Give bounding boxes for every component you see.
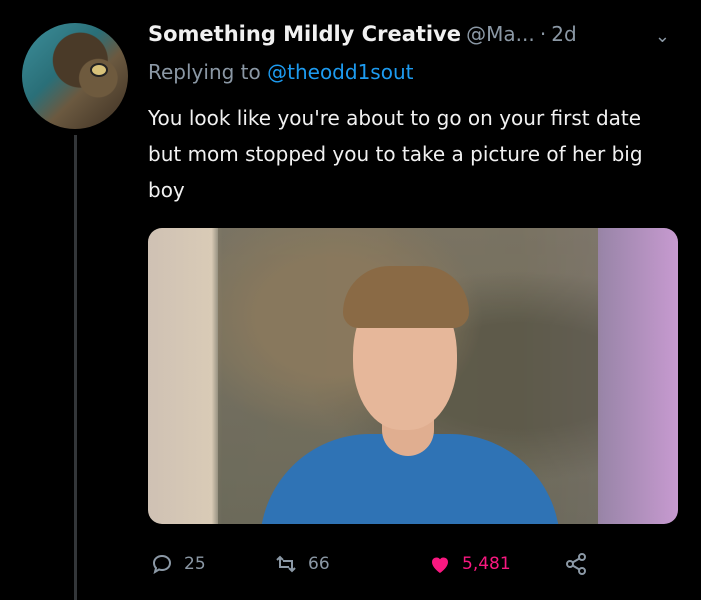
avatar[interactable]: [22, 23, 128, 129]
retweet-icon: [276, 555, 296, 573]
reply-mention-link[interactable]: @theodd1sout: [267, 60, 413, 84]
replying-label: Replying to: [148, 60, 261, 84]
heart-icon: [432, 557, 448, 573]
tweet-actions: 25 66 5,481: [150, 548, 620, 580]
display-name[interactable]: Something Mildly Creative: [148, 22, 461, 46]
share-button[interactable]: [564, 548, 588, 580]
like-button[interactable]: 5,481: [428, 548, 511, 580]
timestamp[interactable]: 2d: [551, 22, 576, 46]
share-icon: [566, 553, 586, 575]
photo-hair: [343, 266, 469, 328]
thread-line: [74, 135, 77, 600]
handle[interactable]: @Ma...: [466, 22, 535, 46]
avatar-cat-eye: [90, 63, 108, 77]
chevron-down-icon[interactable]: ⌄: [655, 26, 670, 47]
like-count: 5,481: [462, 554, 511, 574]
separator: ·: [539, 22, 547, 46]
reply-count: 25: [184, 554, 206, 574]
tweet-header: Something Mildly Creative @Ma... · 2d ⌄: [148, 22, 688, 56]
reply-button[interactable]: 25: [150, 548, 206, 580]
reply-icon: [152, 554, 172, 575]
retweet-count: 66: [308, 554, 330, 574]
replying-to: Replying to @theodd1sout: [148, 60, 413, 84]
tweet-text: You look like you're about to go on your…: [148, 106, 643, 202]
retweet-button[interactable]: 66: [274, 548, 330, 580]
tweet-media-image[interactable]: [148, 228, 678, 524]
